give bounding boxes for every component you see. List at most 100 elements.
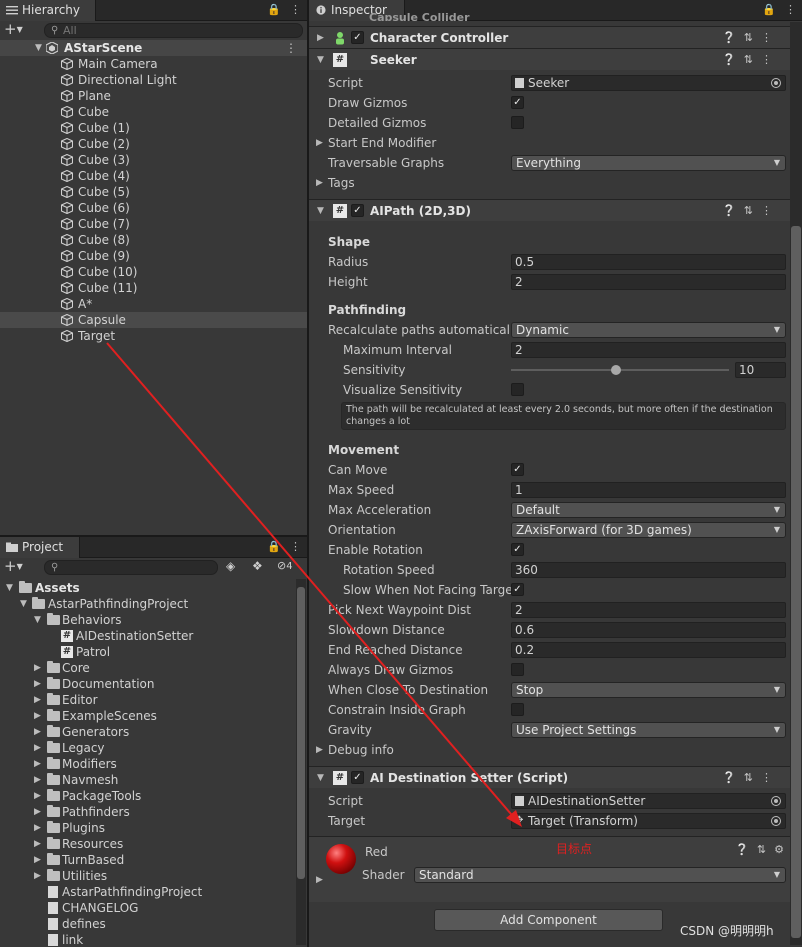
- sensitivity-slider-thumb[interactable]: [610, 365, 621, 375]
- prop-label: Max Acceleration: [328, 503, 432, 517]
- presets-icon[interactable]: ⇅: [744, 49, 753, 71]
- prop-label: Visualize Sensitivity: [343, 383, 463, 397]
- seeker-script-field[interactable]: Seeker: [511, 75, 786, 91]
- height-input[interactable]: 2: [511, 274, 786, 290]
- gravity-dropdown[interactable]: Use Project Settings ▼: [511, 722, 786, 738]
- always-draw-gizmos-row: Always Draw Gizmos: [0, 660, 790, 680]
- presets-icon[interactable]: ⇅: [744, 200, 753, 222]
- destination-target-field[interactable]: ✥ Target (Transform): [511, 813, 786, 829]
- expand-arrow-icon[interactable]: ▶: [316, 173, 323, 193]
- rotation-speed-row: Rotation Speed 360: [0, 560, 790, 580]
- pick-next-waypoint-input[interactable]: 2: [511, 602, 786, 618]
- slowdown-distance-input[interactable]: 0.6: [511, 622, 786, 638]
- max-interval-input[interactable]: 2: [511, 342, 786, 358]
- prop-label: Pick Next Waypoint Dist: [328, 603, 471, 617]
- constrain-inside-graph-row: Constrain Inside Graph: [0, 700, 790, 720]
- prop-label: Slow When Not Facing Target: [343, 583, 518, 597]
- presets-icon[interactable]: ⇅: [757, 843, 766, 856]
- max-acceleration-dropdown[interactable]: Default ▼: [511, 502, 786, 518]
- dropdown-value: ZAxisForward (for 3D games): [516, 523, 692, 537]
- component-header-icons: ❔ ⇅ ⋮: [722, 767, 772, 789]
- help-icon[interactable]: ❔: [722, 200, 736, 222]
- script-file-icon: [515, 796, 524, 806]
- shader-dropdown[interactable]: Standard ▼: [414, 867, 786, 883]
- visualize-sensitivity-checkbox[interactable]: [511, 383, 524, 396]
- csdn-watermark: CSDN @明明明h: [680, 924, 774, 938]
- expand-arrow-icon[interactable]: ▶: [316, 740, 323, 760]
- presets-icon[interactable]: ⇅: [744, 767, 753, 789]
- component-title: AIPath (2D,3D): [370, 204, 471, 218]
- object-picker-icon[interactable]: [771, 796, 781, 806]
- prop-label: Slowdown Distance: [328, 623, 445, 637]
- constrain-inside-graph-checkbox[interactable]: [511, 703, 524, 716]
- component-menu-icon[interactable]: ⋮: [761, 49, 772, 71]
- recalculate-dropdown[interactable]: Dynamic ▼: [511, 322, 786, 338]
- debug-info-row[interactable]: ▶ Debug info: [0, 740, 790, 760]
- expand-arrow-icon[interactable]: ▶: [317, 27, 324, 49]
- prop-label: Draw Gizmos: [328, 96, 408, 110]
- inspector-content: ▶ ✓ Character Controller ❔ ⇅ ⋮ ▼ # Seeker …: [0, 0, 802, 947]
- component-menu-icon[interactable]: ⋮: [761, 27, 772, 49]
- orientation-dropdown[interactable]: ZAxisForward (for 3D games) ▼: [511, 522, 786, 538]
- object-picker-icon[interactable]: [771, 816, 781, 826]
- tags-row[interactable]: ▶ Tags: [0, 173, 790, 193]
- slow-not-facing-checkbox[interactable]: ✓: [511, 583, 524, 596]
- collapse-arrow-icon[interactable]: ▼: [317, 767, 324, 789]
- ai-destination-setter-header[interactable]: ▼ # ✓ AI Destination Setter (Script) ❔ ⇅ ⋮: [309, 766, 790, 788]
- ai-destination-setter-enabled-checkbox[interactable]: ✓: [351, 771, 364, 784]
- start-end-modifier-row[interactable]: ▶ Start End Modifier: [0, 133, 790, 153]
- always-draw-gizmos-checkbox[interactable]: [511, 663, 524, 676]
- rotation-speed-input[interactable]: 360: [511, 562, 786, 578]
- aipath-header[interactable]: ▼ # ✓ AIPath (2D,3D) ❔ ⇅ ⋮: [309, 199, 790, 221]
- seeker-header[interactable]: ▼ # Seeker ❔ ⇅ ⋮: [309, 48, 790, 70]
- traversable-graphs-dropdown[interactable]: Everything ▼: [511, 155, 786, 171]
- prop-label: Traversable Graphs: [328, 156, 445, 170]
- object-picker-icon[interactable]: [771, 78, 781, 88]
- expand-arrow-icon[interactable]: ▶: [316, 875, 323, 885]
- shape-header: Shape: [328, 235, 371, 249]
- presets-icon[interactable]: ⇅: [744, 27, 753, 49]
- radius-input[interactable]: 0.5: [511, 254, 786, 270]
- when-close-dropdown[interactable]: Stop ▼: [511, 682, 786, 698]
- add-component-button[interactable]: Add Component: [434, 909, 663, 931]
- detailed-gizmos-row: Detailed Gizmos: [0, 113, 790, 133]
- draw-gizmos-checkbox[interactable]: ✓: [511, 96, 524, 109]
- help-icon[interactable]: ❔: [722, 49, 736, 71]
- max-speed-input[interactable]: 1: [511, 482, 786, 498]
- component-menu-icon[interactable]: ⋮: [761, 200, 772, 222]
- dropdown-value: Dynamic: [516, 323, 569, 337]
- sensitivity-input[interactable]: 10: [735, 362, 786, 378]
- collapse-arrow-icon[interactable]: ▼: [317, 49, 324, 71]
- can-move-checkbox[interactable]: ✓: [511, 463, 524, 476]
- expand-arrow-icon[interactable]: ▶: [316, 133, 323, 153]
- enable-rotation-row: Enable Rotation ✓: [0, 540, 790, 560]
- destination-script-field[interactable]: AIDestinationSetter: [511, 793, 786, 809]
- dropdown-value: Use Project Settings: [516, 723, 637, 737]
- character-controller-icon: [336, 32, 344, 45]
- prop-label: Recalculate paths automatically: [328, 323, 521, 337]
- collapse-arrow-icon[interactable]: ▼: [317, 200, 324, 222]
- detailed-gizmos-checkbox[interactable]: [511, 116, 524, 129]
- recalculate-row: Recalculate paths automatically Dynamic ▼: [0, 320, 790, 340]
- settings-gear-icon[interactable]: ⚙: [774, 843, 784, 856]
- aipath-enabled-checkbox[interactable]: ✓: [351, 204, 364, 217]
- prop-label: Target: [328, 814, 366, 828]
- help-icon[interactable]: ❔: [722, 27, 736, 49]
- character-controller-enabled-checkbox[interactable]: ✓: [351, 31, 364, 44]
- character-controller-header[interactable]: ▶ ✓ Character Controller ❔ ⇅ ⋮: [309, 26, 790, 48]
- recalculate-help-box: The path will be recalculated at least e…: [341, 402, 786, 430]
- enable-rotation-checkbox[interactable]: ✓: [511, 543, 524, 556]
- component-header-icons: ❔ ⇅ ⋮: [722, 27, 772, 49]
- end-reached-distance-input[interactable]: 0.2: [511, 642, 786, 658]
- material-section: ▶ Red Shader Standard ▼ ❔ ⇅ ⚙: [309, 836, 790, 902]
- component-header-icons: ❔ ⇅ ⋮: [722, 200, 772, 222]
- pick-next-waypoint-row: Pick Next Waypoint Dist 2: [0, 600, 790, 620]
- end-reached-distance-row: End Reached Distance 0.2: [0, 640, 790, 660]
- component-menu-icon[interactable]: ⋮: [761, 767, 772, 789]
- help-icon[interactable]: ❔: [722, 767, 736, 789]
- chevron-down-icon: ▼: [773, 685, 780, 694]
- prop-label: Detailed Gizmos: [328, 116, 427, 130]
- help-icon[interactable]: ❔: [735, 843, 749, 856]
- script-icon: #: [333, 771, 347, 785]
- max-interval-row: Maximum Interval 2: [0, 340, 790, 360]
